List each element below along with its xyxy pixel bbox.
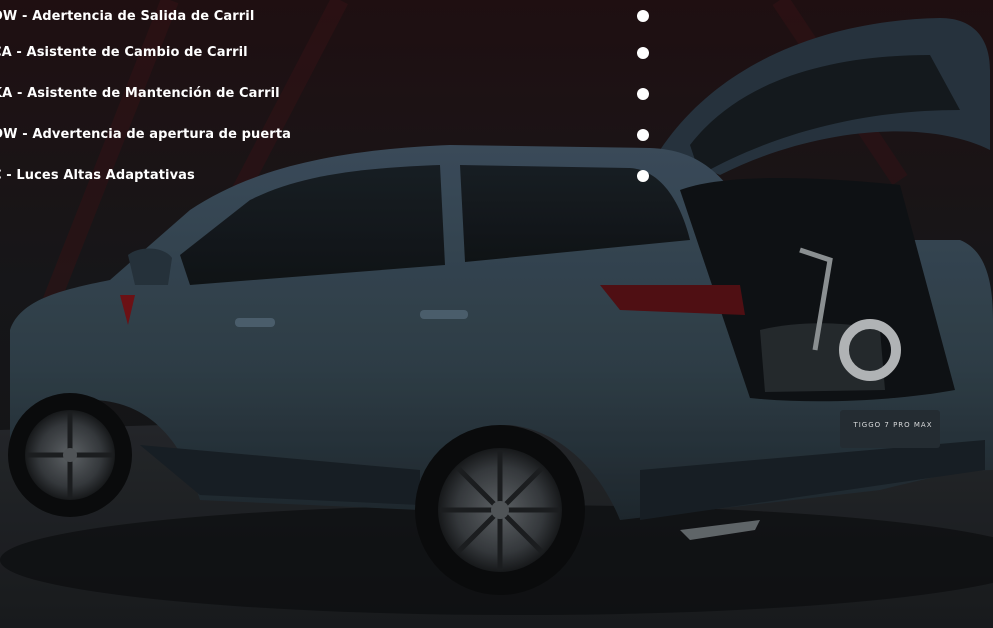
feature-item[interactable]: OW - Advertencia de apertura de puerta [0,114,657,155]
feature-label: KA - Asistente de Mantención de Carril [0,86,280,101]
feature-item[interactable]: C - Luces Altas Adaptativas [0,155,657,196]
feature-label: C - Luces Altas Adaptativas [0,168,195,183]
vehicle-badge: TIGGO 7 PRO MAX [853,421,933,429]
adas-feature-list: DW - Adertencia de Salida de Carril CA -… [0,0,657,196]
feature-label: CA - Asistente de Cambio de Carril [0,45,248,60]
feature-item[interactable]: CA - Asistente de Cambio de Carril [0,32,657,73]
feature-indicator-dot[interactable] [637,46,649,59]
feature-indicator-dot[interactable] [637,87,649,100]
feature-item[interactable]: DW - Adertencia de Salida de Carril [0,0,657,32]
feature-indicator-dot[interactable] [637,169,649,182]
feature-indicator-dot[interactable] [637,128,649,141]
feature-label: OW - Advertencia de apertura de puerta [0,127,292,142]
feature-indicator-dot[interactable] [637,10,649,22]
feature-item[interactable]: KA - Asistente de Mantención de Carril [0,73,657,114]
feature-label: DW - Adertencia de Salida de Carril [0,8,255,24]
